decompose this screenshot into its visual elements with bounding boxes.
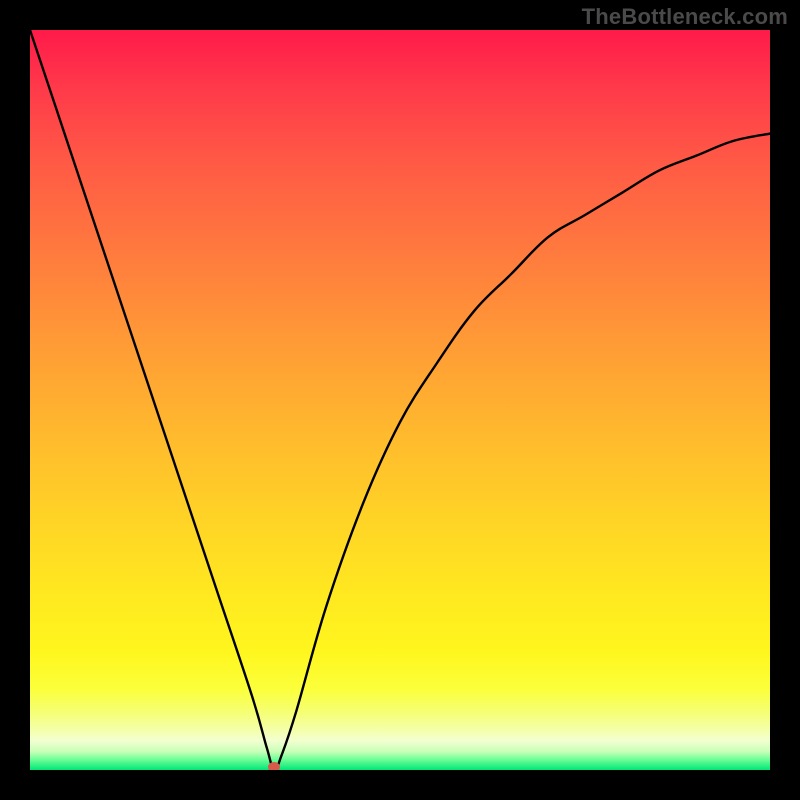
watermark-text: TheBottleneck.com: [582, 4, 788, 30]
minimum-point-marker: [268, 762, 280, 770]
plot-area: [30, 30, 770, 770]
bottleneck-curve: [30, 30, 770, 770]
chart-frame: TheBottleneck.com: [0, 0, 800, 800]
